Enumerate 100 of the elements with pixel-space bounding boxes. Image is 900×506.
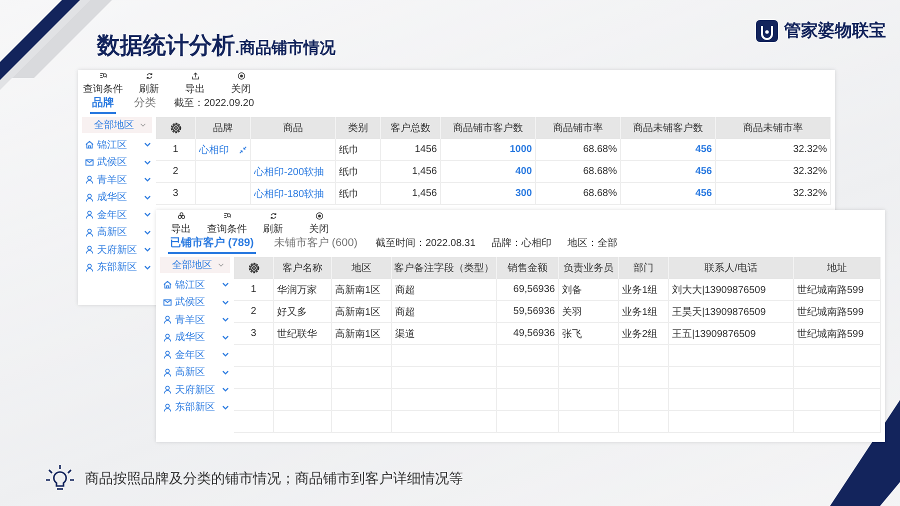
column-header: 商品铺市率 (536, 117, 621, 139)
table-cell: 王五|13909876509 (669, 323, 794, 344)
region-dropdown[interactable]: 全部地区 (160, 257, 230, 273)
table-cell[interactable]: 300 (441, 183, 536, 204)
toolbar-button[interactable]: 查询条件 (82, 72, 124, 96)
chevron-icon (222, 387, 229, 392)
column-header: 客户名称 (274, 257, 332, 279)
table-cell[interactable]: 心相印-200软抽 (251, 161, 336, 182)
sidebar-item[interactable]: 高新区 (160, 364, 230, 381)
table-cell: 68.68% (536, 183, 621, 204)
column-header: 商品 (251, 117, 336, 139)
table-cell: 世纪联华 (274, 323, 332, 344)
table-cell[interactable]: 456 (621, 161, 716, 182)
table-cell[interactable]: 456 (621, 183, 716, 204)
table-cell: 商超 (392, 301, 497, 322)
sidebar-item[interactable]: 武侯区 (160, 294, 230, 311)
table-cell: 业务1组 (619, 279, 669, 300)
chevron-icon (144, 160, 151, 165)
person-icon (163, 385, 172, 394)
table-cell[interactable]: 心相印-180软抽 (251, 183, 336, 204)
table-cell: 业务1组 (619, 301, 669, 322)
brand-link[interactable]: 心相印 (199, 142, 229, 156)
toolbar-button[interactable]: 查询条件 (206, 212, 248, 236)
chevron-icon (144, 212, 151, 218)
table-cell: 关羽 (559, 301, 619, 322)
info-text: 品牌：心相印 (492, 236, 552, 251)
toolbar-button[interactable]: 刷新 (252, 212, 294, 236)
tab[interactable]: 分类 (132, 95, 158, 114)
table-cell: 世纪城南路599 (794, 301, 881, 322)
sidebar-item[interactable]: 成华区 (82, 188, 152, 206)
sidebar-item[interactable]: 金年区 (160, 346, 230, 364)
column-header: 品牌 (196, 117, 251, 139)
sidebar-item[interactable]: 高新区 (82, 224, 152, 241)
table-cell: 68.68% (536, 161, 621, 182)
sidebar-item[interactable]: 东部新区 (160, 398, 230, 416)
sidebar-item[interactable]: 东部新区 (82, 258, 152, 276)
tab[interactable]: 品牌 (90, 95, 116, 114)
table-cell: 2 (234, 301, 274, 322)
tab[interactable]: 已铺市客户 (789) (168, 235, 256, 254)
table-cell: 2 (156, 161, 196, 182)
tab[interactable]: 未铺市客户 (600) (272, 235, 360, 254)
sidebar-item[interactable]: 锦江区 (82, 136, 152, 154)
table-cell: 好又多 (274, 301, 332, 322)
sidebar-item[interactable]: 青羊区 (82, 171, 152, 188)
collapse-icon[interactable] (239, 146, 247, 154)
sidebar-item[interactable]: 锦江区 (160, 276, 230, 294)
sidebar-item[interactable]: 天府新区 (160, 381, 230, 398)
table-cell: 华润万家 (274, 279, 332, 300)
person-icon (163, 402, 172, 412)
chevron-icon (144, 230, 151, 235)
table-cell: 高新南1区 (332, 279, 392, 300)
slide-title: 数据统计分析 (97, 31, 235, 60)
chevron-icon (144, 194, 151, 200)
toolbar-button[interactable]: 刷新 (128, 72, 170, 96)
column-header: 客户总数 (381, 117, 441, 139)
table-cell: 刘大大|13909876509 (669, 279, 794, 300)
toolbar-button[interactable]: 关闭 (298, 212, 340, 236)
caret-icon (140, 123, 146, 127)
person-icon (85, 192, 94, 202)
sidebar-item[interactable]: 金年区 (82, 206, 152, 224)
table-cell: 59,56936 (497, 301, 559, 322)
flower-icon (176, 212, 186, 220)
logo-text: 管家婆物联宝 (784, 20, 886, 42)
toolbar-button[interactable]: 导出 (160, 212, 202, 236)
settings-icon[interactable] (170, 122, 182, 134)
sidebar-item[interactable]: 武侯区 (82, 154, 152, 171)
toolbar-button[interactable]: 导出 (174, 72, 216, 96)
person-icon (85, 210, 94, 220)
chevron-icon (144, 142, 151, 148)
caret-icon (218, 263, 224, 267)
chevron-icon (222, 352, 229, 358)
toolbar-button[interactable]: 关闭 (220, 72, 262, 96)
sidebar-item[interactable]: 天府新区 (82, 241, 152, 258)
table-cell[interactable]: 456 (621, 139, 716, 160)
table-cell: 1 (234, 279, 274, 300)
info-text: 截至：2022.09.20 (174, 96, 254, 111)
table-cell: 世纪城南路599 (794, 279, 881, 300)
chevron-icon (144, 247, 151, 252)
column-header: 地区 (332, 257, 392, 279)
slide-caption: 商品按照品牌及分类的铺市情况；商品铺市到客户详细情况等 (85, 470, 463, 488)
person-icon (163, 368, 172, 377)
column-header: 商品未铺客户数 (621, 117, 716, 139)
sidebar-item[interactable]: 成华区 (160, 328, 230, 346)
table-cell: 王昊天|13909876509 (669, 301, 794, 322)
column-header: 商品未铺市率 (716, 117, 831, 139)
table-cell: 3 (156, 183, 196, 204)
settings-icon[interactable] (248, 262, 260, 274)
table-cell: 32.32% (716, 161, 831, 182)
region-dropdown[interactable]: 全部地区 (82, 117, 152, 133)
column-header: 部门 (619, 257, 669, 279)
table-cell[interactable]: 400 (441, 161, 536, 182)
sidebar-item[interactable]: 青羊区 (160, 311, 230, 328)
person-icon (163, 332, 172, 342)
chevron-icon (222, 334, 229, 340)
table-cell: 高新南1区 (332, 323, 392, 344)
chevron-icon (222, 282, 229, 288)
home-icon (85, 140, 94, 150)
mail-icon (85, 158, 94, 167)
table-cell[interactable]: 1000 (441, 139, 536, 160)
close-icon (236, 72, 246, 80)
